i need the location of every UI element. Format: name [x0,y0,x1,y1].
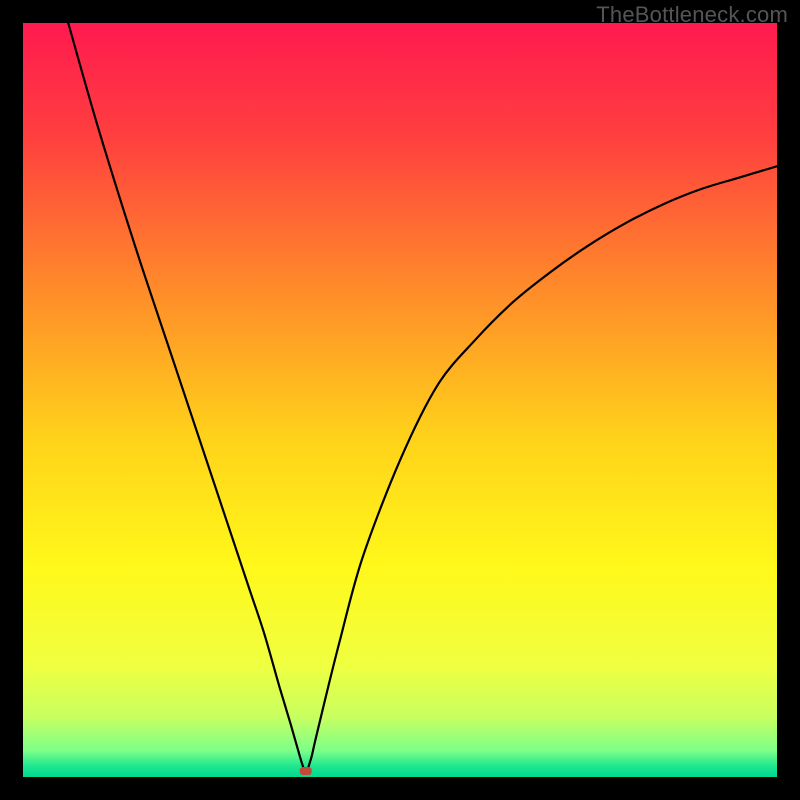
chart-svg [23,23,777,777]
plot-area [23,23,777,777]
chart-frame: TheBottleneck.com [0,0,800,800]
optimal-marker [300,767,312,775]
watermark-label: TheBottleneck.com [596,2,788,28]
chart-background [23,23,777,777]
